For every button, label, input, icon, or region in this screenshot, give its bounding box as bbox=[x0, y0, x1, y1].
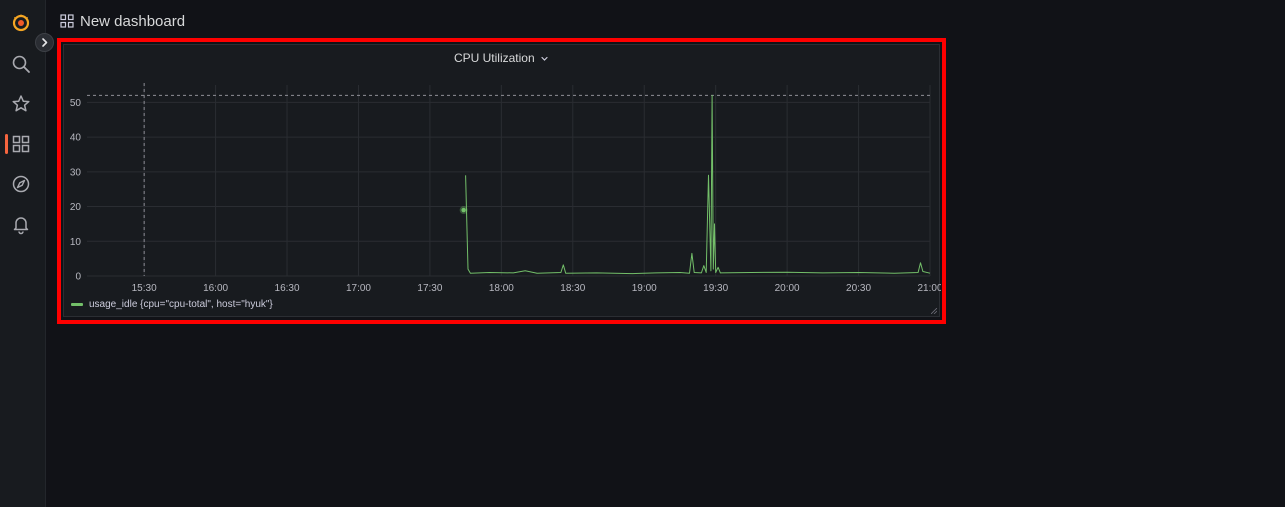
dashboard-title[interactable]: New dashboard bbox=[80, 13, 185, 30]
cpu-utilization-panel[interactable]: CPU Utilization 0 10 20 30 40 50 15:30 16:00 16:… bbox=[63, 44, 941, 317]
x-tick-label: 18:00 bbox=[489, 283, 514, 294]
y-tick-label: 20 bbox=[70, 202, 82, 213]
resize-handle-icon[interactable] bbox=[931, 308, 937, 314]
x-tick-label: 20:00 bbox=[775, 283, 800, 294]
active-indicator bbox=[5, 134, 8, 154]
explore-icon[interactable] bbox=[10, 173, 32, 195]
x-tick-label: 21:00 bbox=[917, 283, 941, 294]
x-tick-label: 19:00 bbox=[632, 283, 657, 294]
y-tick-label: 10 bbox=[70, 237, 82, 248]
x-tick-label: 17:00 bbox=[346, 283, 371, 294]
y-tick-label: 30 bbox=[70, 167, 82, 178]
y-tick-label: 40 bbox=[70, 133, 82, 144]
legend-item[interactable]: usage_idle {cpu="cpu-total", host="hyuk"… bbox=[71, 299, 273, 310]
y-tick-label: 0 bbox=[75, 272, 81, 283]
chevron-right-icon bbox=[42, 38, 48, 47]
time-series-chart[interactable]: 0 10 20 30 40 50 15:30 16:00 16:30 17:00 17:30 18:0… bbox=[64, 45, 941, 295]
legend-label: usage_idle {cpu="cpu-total", host="hyuk"… bbox=[89, 299, 273, 310]
expand-sidebar-button[interactable] bbox=[35, 33, 54, 52]
hover-point bbox=[461, 207, 466, 213]
x-tick-label: 19:30 bbox=[703, 283, 728, 294]
x-tick-label: 15:30 bbox=[132, 283, 157, 294]
x-tick-label: 20:30 bbox=[846, 283, 871, 294]
x-tick-label: 16:30 bbox=[275, 283, 300, 294]
search-icon[interactable] bbox=[10, 53, 32, 75]
x-tick-label: 18:30 bbox=[560, 283, 585, 294]
dashboards-icon[interactable] bbox=[10, 133, 32, 155]
x-tick-label: 17:30 bbox=[417, 283, 442, 294]
grafana-logo-icon[interactable] bbox=[10, 12, 32, 34]
y-tick-label: 50 bbox=[70, 98, 82, 109]
x-tick-label: 16:00 bbox=[203, 283, 228, 294]
series-line bbox=[465, 94, 931, 275]
alerting-bell-icon[interactable] bbox=[10, 213, 32, 235]
breadcrumb: New dashboard bbox=[60, 10, 185, 32]
sidebar bbox=[0, 0, 46, 507]
star-icon[interactable] bbox=[10, 93, 32, 115]
dashboard-grid-icon bbox=[60, 14, 74, 28]
legend-swatch bbox=[71, 303, 83, 306]
